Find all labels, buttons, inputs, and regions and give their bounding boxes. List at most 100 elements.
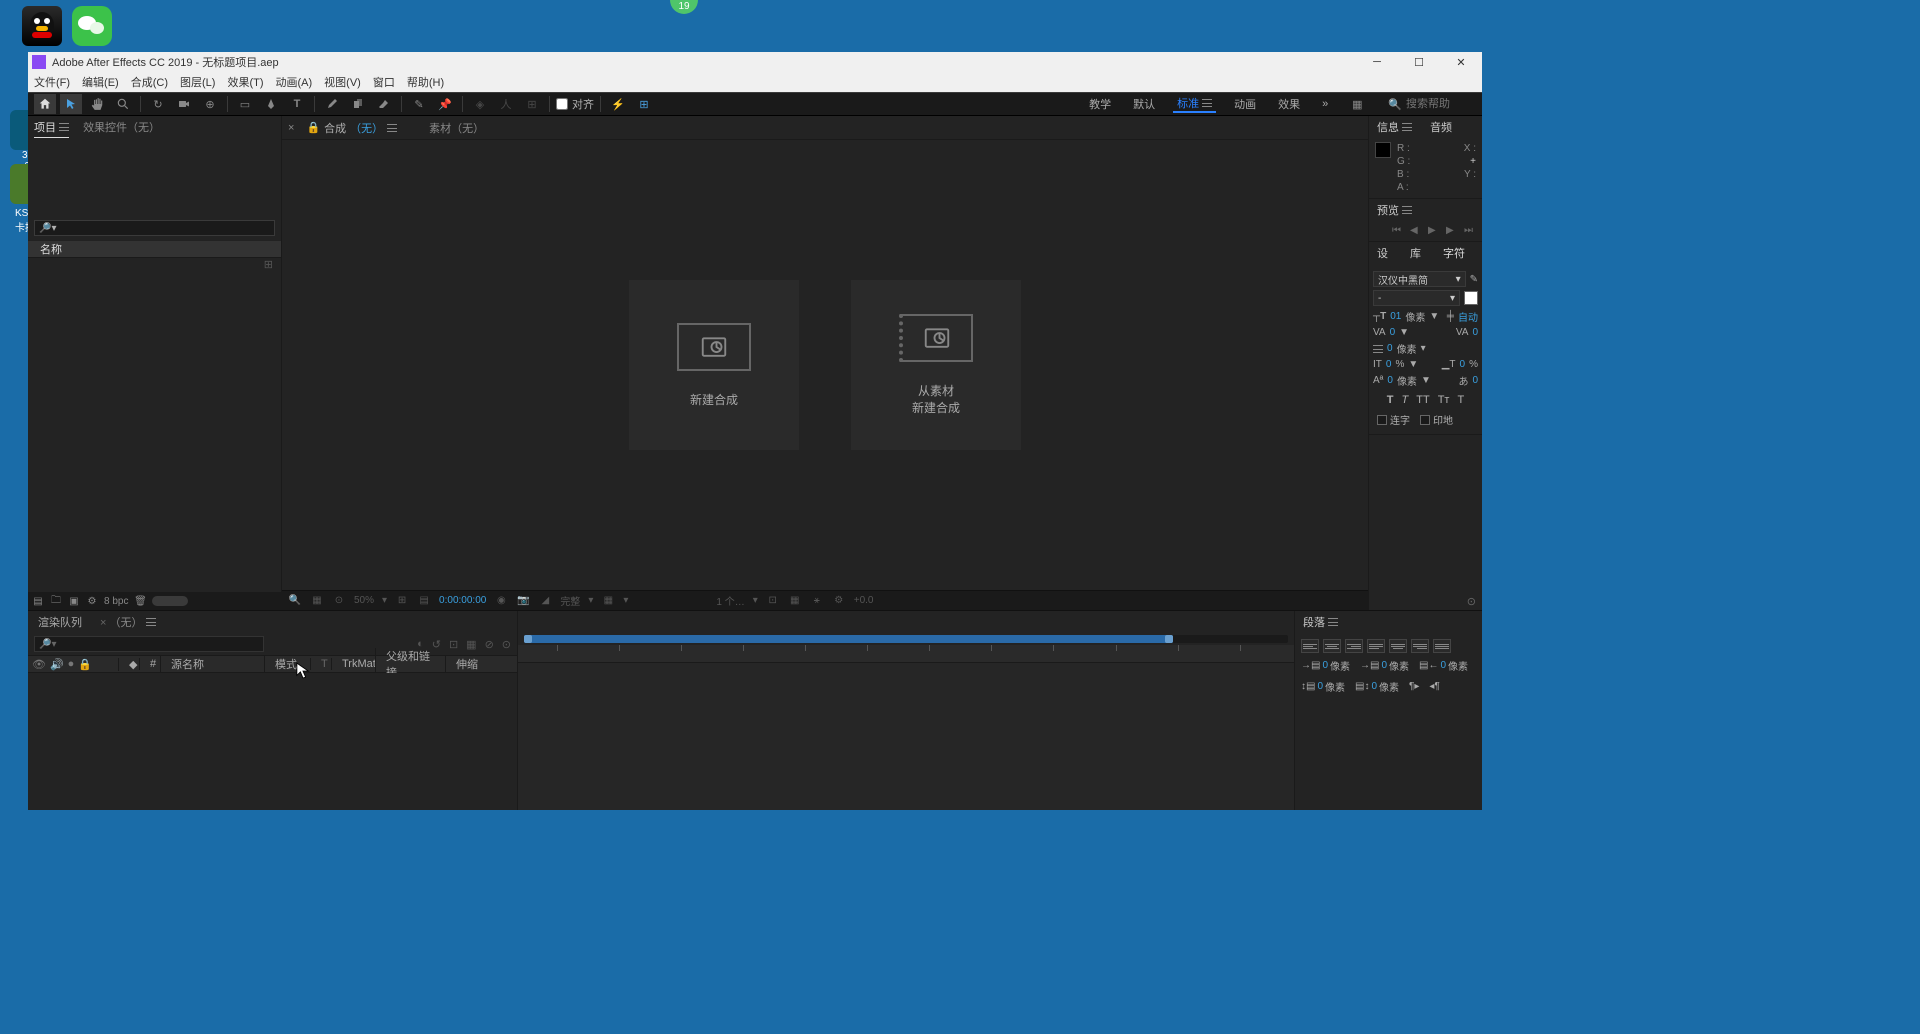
footer-snapshot-icon[interactable]: ◉ <box>494 594 508 608</box>
stretch-column[interactable]: 伸缩 <box>445 656 489 672</box>
selection-tool[interactable] <box>60 94 82 114</box>
rotation-tool[interactable]: ↻ <box>147 94 169 114</box>
menu-composition[interactable]: 合成(C) <box>131 74 168 90</box>
workspace-effects[interactable]: 效果 <box>1274 96 1304 112</box>
tl-icon-5[interactable]: ⊘ <box>485 638 494 651</box>
project-tab[interactable]: 项目 <box>34 119 69 138</box>
label-column-icon[interactable]: ◆ <box>118 658 139 671</box>
help-search-input[interactable] <box>1406 98 1476 110</box>
render-queue-tab[interactable]: 渲染队列 <box>38 614 82 630</box>
hindi-checkbox[interactable]: 印地 <box>1420 412 1453 427</box>
comp-tab-close-icon[interactable]: × <box>288 122 294 134</box>
project-footer-folder-icon[interactable]: 🗀 <box>50 591 62 611</box>
timeline-toggle-icon[interactable]: ⊙ <box>1467 595 1476 608</box>
footer-magnify-icon[interactable]: 🔍 <box>288 594 302 608</box>
quality-value[interactable]: 完整 <box>560 593 580 608</box>
space-before[interactable]: ↕▤ 0 像素 <box>1301 679 1345 694</box>
indent-left[interactable]: →▤ 0 像素 <box>1301 658 1350 673</box>
eye-column-icon[interactable]: 👁 <box>32 658 46 671</box>
kerning-value[interactable]: 0 <box>1390 327 1396 338</box>
space-after[interactable]: ▤↕ 0 像素 <box>1355 679 1399 694</box>
footer-gear-icon[interactable]: ⚙ <box>832 594 846 608</box>
project-footer-trash-icon[interactable]: 🗑 <box>134 591 146 611</box>
preview-last-icon[interactable]: ⏭ <box>1464 225 1476 237</box>
align-left-button[interactable] <box>1301 639 1319 653</box>
tl-icon-4[interactable]: ▦ <box>466 638 476 651</box>
chevron-down-icon[interactable]: ▾ <box>753 595 758 606</box>
zoom-tool[interactable] <box>112 94 134 114</box>
zoom-value[interactable]: 50% <box>354 595 374 606</box>
new-comp-from-footage-button[interactable]: 从素材 新建合成 <box>851 280 1021 450</box>
new-composition-button[interactable]: 新建合成 <box>629 280 799 450</box>
footer-channel-icon[interactable]: ▤ <box>417 594 431 608</box>
menu-file[interactable]: 文件(F) <box>34 74 70 90</box>
effect-controls-tab[interactable]: 效果控件（无） <box>83 119 160 137</box>
solo-column-icon[interactable]: ● <box>68 658 75 671</box>
hscale-value[interactable]: 0 <box>1460 359 1466 370</box>
footer-share-icon[interactable]: ⚹ <box>810 594 824 608</box>
panel-tab-ku[interactable]: 库 <box>1410 245 1421 261</box>
footer-res-icon[interactable]: ⊞ <box>395 594 409 608</box>
audio-column-icon[interactable]: 🔊 <box>50 658 64 671</box>
footer-3d-icon[interactable]: ⊡ <box>766 594 780 608</box>
tl-icon-6[interactable]: ⊙ <box>502 638 511 651</box>
eraser-tool[interactable] <box>373 94 395 114</box>
workspace-default[interactable]: 默认 <box>1129 96 1159 112</box>
panel-tab-char[interactable]: 字符 <box>1443 245 1465 261</box>
justify-last-left-button[interactable] <box>1367 639 1385 653</box>
project-column-name[interactable]: 名称 <box>28 240 281 258</box>
preview-next-icon[interactable]: ▶ <box>1446 225 1458 237</box>
chevron-down-icon[interactable]: ▾ <box>623 595 628 606</box>
maximize-button[interactable]: ☐ <box>1398 52 1440 72</box>
panel-tab-she[interactable]: 设 <box>1377 245 1388 261</box>
footer-camera-icon[interactable]: 📷 <box>516 594 530 608</box>
rectangle-tool[interactable]: ▭ <box>234 94 256 114</box>
hand-tool[interactable] <box>86 94 108 114</box>
top-notification-badge[interactable]: 19 <box>670 0 698 14</box>
ligatures-checkbox[interactable]: 连字 <box>1377 412 1410 427</box>
mode-column[interactable]: 模式 <box>264 656 310 672</box>
rotation-value[interactable]: +0.0 <box>854 595 874 606</box>
align-right-button[interactable] <box>1345 639 1363 653</box>
timeline-none-tab[interactable]: × （无） <box>100 614 156 630</box>
footer-color-icon[interactable]: ◢ <box>538 594 552 608</box>
project-search[interactable]: 🔎▾ <box>34 220 275 236</box>
footer-mask-icon[interactable]: ⊙ <box>332 594 346 608</box>
view-count[interactable]: 1 个… <box>716 593 744 608</box>
text-color-swatch[interactable] <box>1464 291 1478 305</box>
faux-bold-button[interactable]: T <box>1387 394 1394 406</box>
pan-behind-tool[interactable]: ⊕ <box>199 94 221 114</box>
project-footer-adjust-icon[interactable]: ⚙ <box>86 591 98 611</box>
source-name-column[interactable]: 源名称 <box>160 656 264 672</box>
workspace-more[interactable]: » <box>1318 98 1332 110</box>
project-footer-comp-icon[interactable]: ▣ <box>68 591 80 611</box>
timeline-ruler[interactable] <box>518 645 1294 663</box>
footer-grid-icon[interactable]: ▦ <box>601 594 615 608</box>
justify-last-center-button[interactable] <box>1389 639 1407 653</box>
timeline-navigator[interactable] <box>524 635 1288 643</box>
font-style-dropdown[interactable]: -▾ <box>1373 290 1460 306</box>
project-footer-slider[interactable] <box>152 596 188 606</box>
indent-right[interactable]: ▤← 0 像素 <box>1419 658 1468 673</box>
indent-first[interactable]: →▤ 0 像素 <box>1360 658 1409 673</box>
tsume-value[interactable]: 0 <box>1472 375 1478 386</box>
project-bpc[interactable]: 8 bpc <box>104 596 128 607</box>
t-column[interactable]: T <box>310 658 331 670</box>
pen-tool[interactable] <box>260 94 282 114</box>
preview-prev-icon[interactable]: ◀ <box>1410 225 1422 237</box>
timecode-value[interactable]: 0:00:00:00 <box>439 595 486 606</box>
close-button[interactable]: ✕ <box>1440 52 1482 72</box>
menu-edit[interactable]: 编辑(E) <box>82 74 119 90</box>
menu-view[interactable]: 视图(V) <box>324 74 361 90</box>
project-flowchart-icon[interactable]: ⊞ <box>28 258 281 274</box>
puppet-tool[interactable]: 📌 <box>434 94 456 114</box>
minimize-button[interactable]: ─ <box>1356 52 1398 72</box>
menu-layer[interactable]: 图层(L) <box>180 74 215 90</box>
menu-window[interactable]: 窗口 <box>373 74 395 90</box>
preview-play-icon[interactable]: ▶ <box>1428 225 1440 237</box>
justify-last-right-button[interactable] <box>1411 639 1429 653</box>
snap-checkbox[interactable] <box>556 98 568 110</box>
menu-help[interactable]: 帮助(H) <box>407 74 444 90</box>
all-caps-button[interactable]: TT <box>1416 394 1429 406</box>
toolbar-extra-2[interactable]: 人 <box>495 94 517 114</box>
